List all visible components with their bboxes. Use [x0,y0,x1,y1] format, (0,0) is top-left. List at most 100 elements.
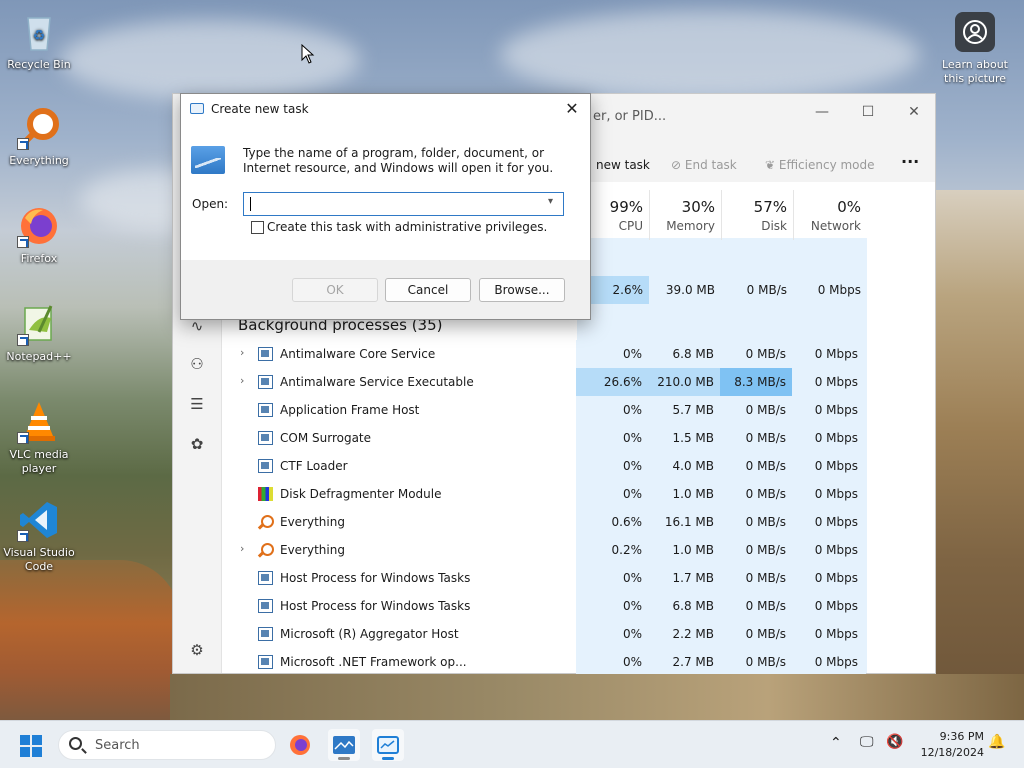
dialog-titlebar: Create new task ✕ [181,94,590,124]
clock-time: 9:36 PM [939,730,984,743]
process-network: 0 Mbps [814,403,858,417]
process-cpu: 0% [622,655,642,669]
table-row[interactable]: › Antimalware Core Service 0% 6.8 MB 0 MB/s 0… [220,340,936,368]
chevron-right-icon[interactable]: › [240,374,244,387]
running-indicator [338,757,350,760]
table-row[interactable]: Disk Defragmenter Module 0% 1.0 MB 0 MB/s 0 … [220,480,936,508]
process-name: Host Process for Windows Tasks [280,599,471,613]
disk-percent: 57% [753,198,787,216]
disk-column-header[interactable]: 57% Disk [721,198,787,242]
app-window-icon [258,347,273,361]
process-cpu: 0% [622,627,642,641]
memory-column-header[interactable]: 30% Memory [649,198,715,242]
wallpaper-cloud [500,10,920,100]
process-cpu: 0% [622,487,642,501]
network-column-header[interactable]: 0% Network [793,198,861,242]
network-icon[interactable]: 🖵 [860,734,874,750]
everything-icon [17,106,61,150]
table-row[interactable]: Application Frame Host 0% 5.7 MB 0 MB/s 0 Mb… [220,396,936,424]
process-name: Antimalware Service Executable [280,375,474,389]
table-row[interactable]: CTF Loader 0% 4.0 MB 0 MB/s 0 Mbps [220,452,936,480]
app-window-icon [258,655,273,669]
taskbar-task-manager[interactable] [372,729,404,761]
desktop-icon-recycle-bin[interactable]: ♻ Recycle Bin [1,10,77,72]
admin-privileges-label[interactable]: Create this task with administrative pri… [267,220,547,234]
app-window-icon [258,627,273,641]
wallpaper-valley [170,674,1024,720]
table-row[interactable]: COM Surrogate 0% 1.5 MB 0 MB/s 0 Mbps [220,424,936,452]
firefox-icon [290,735,310,755]
text-caret [250,197,251,211]
process-name: Everything [280,515,345,529]
vlc-icon [17,400,61,444]
table-row[interactable]: › Antimalware Service Executable 26.6% 210.… [220,368,936,396]
desktop-icon-notepadpp[interactable]: Notepad++ [1,302,77,364]
run-new-task-button[interactable]: new task [596,158,650,172]
search-placeholder: er, or PID... [593,109,667,124]
chevron-down-icon[interactable]: ▾ [548,196,553,207]
taskbar-firefox[interactable] [284,729,316,761]
browse-button[interactable]: Browse... [479,278,565,302]
start-button[interactable] [20,735,42,757]
process-memory: 1.7 MB [672,571,714,585]
admin-privileges-checkbox[interactable] [251,221,264,234]
process-name: Microsoft .NET Framework op... [280,655,467,669]
process-name: Microsoft (R) Aggregator Host [280,627,459,641]
end-task-button[interactable]: ⊘ End task [671,158,737,172]
mouse-cursor-icon [301,44,315,64]
process-network: 0 Mbps [814,571,858,585]
desktop-icon-firefox[interactable]: Firefox [1,204,77,266]
process-memory: 4.0 MB [672,459,714,473]
dialog-close-button[interactable]: ✕ [557,96,587,122]
process-name: Application Frame Host [280,403,420,417]
desktop-icon-vscode[interactable]: Visual Studio Code [1,498,77,574]
efficiency-mode-button[interactable]: ❦ Efficiency mode [765,158,875,172]
notification-bell-icon[interactable]: 🔔 [988,734,1005,750]
open-input[interactable] [243,192,564,216]
taskbar-search-label: Search [95,738,140,753]
minimize-button[interactable]: — [799,98,845,126]
close-window-button[interactable]: ✕ [891,98,935,126]
camera-icon [955,12,995,52]
process-disk: 0 MB/s [745,347,786,361]
desktop-icon-everything[interactable]: Everything [1,106,77,168]
table-row[interactable]: Microsoft .NET Framework op... 0% 2.7 MB 0 … [220,648,936,674]
table-row[interactable]: Host Process for Windows Tasks 0% 6.8 MB 0 … [220,592,936,620]
shortcut-arrow-icon [17,530,29,542]
taskbar-run[interactable] [328,729,360,761]
table-row[interactable]: Host Process for Windows Tasks 0% 1.7 MB 0 … [220,564,936,592]
table-row[interactable]: Everything 0.6% 16.1 MB 0 MB/s 0 Mbps [220,508,936,536]
network-percent: 0% [837,198,861,216]
learn-about-picture[interactable]: Learn about this picture [938,12,1012,86]
memory-percent: 30% [681,198,715,216]
desktop-icon-vlc[interactable]: VLC media player [1,400,77,476]
process-cpu: 0% [622,599,642,613]
app-window-icon [258,599,273,613]
clock[interactable]: 9:36 PM 12/18/2024 [912,729,984,761]
create-new-task-dialog: Create new task ✕ Type the name of a pro… [180,93,591,320]
app-window-icon [258,403,273,417]
ok-button[interactable]: OK [292,278,378,302]
chevron-right-icon[interactable]: › [240,346,244,359]
windows-logo-icon [32,735,42,745]
table-row[interactable]: Microsoft (R) Aggregator Host 0% 2.2 MB 0 M… [220,620,936,648]
app-window-icon [258,459,273,473]
learn-label: Learn about this picture [942,58,1008,85]
volume-muted-icon[interactable]: 🔇 [886,734,903,750]
shortcut-arrow-icon [17,236,29,248]
chevron-up-icon[interactable]: ⌃ [830,735,842,751]
memory-label: Memory [666,219,715,233]
dialog-body: Type the name of a program, folder, docu… [181,124,590,260]
firefox-icon [17,204,61,248]
notepadpp-icon [17,302,61,346]
table-row[interactable]: › Everything 0.2% 1.0 MB 0 MB/s 0 Mbps [220,536,936,564]
windows-logo-icon [32,747,42,757]
more-options-button[interactable]: ··· [901,152,919,171]
windows-logo-icon [20,735,30,745]
cancel-button[interactable]: Cancel [385,278,471,302]
taskbar-search[interactable]: Search [58,730,276,760]
maximize-button[interactable]: ☐ [845,98,891,126]
task-manager-icon [377,736,399,754]
chevron-right-icon[interactable]: › [240,542,244,555]
wallpaper-cliff [0,560,180,720]
